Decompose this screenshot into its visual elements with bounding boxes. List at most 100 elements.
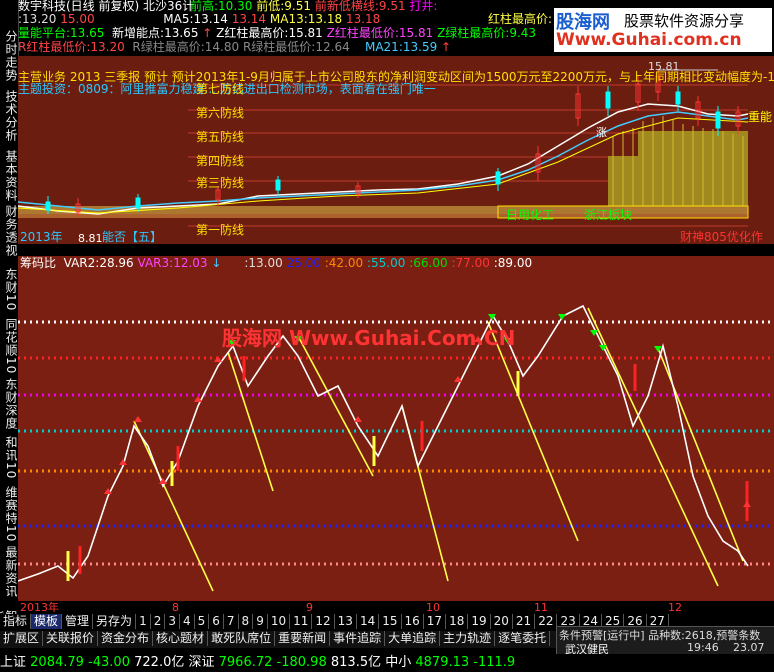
tab-technical[interactable]: 技术分析 [1,90,18,142]
tab-num-2[interactable]: 2 [151,614,166,629]
z-red-high: 15.81 [288,26,323,40]
ftab-core-theme[interactable]: 核心题材 [153,631,209,646]
index-ticker: 上证 2084.79 -43.00 722.0亿 深证 7966.72 -180… [0,654,774,672]
ticker-sz-chg: -180.98 [276,655,327,670]
zone-3: 第三防线 [196,176,245,190]
axis-month-9: 9 [306,601,313,614]
right-label: 财神805优化作品 [680,230,763,244]
tab-num-5[interactable]: 5 [195,614,210,629]
tab-intraday[interactable]: 分时走势 [1,30,18,82]
ma21-label: MA21: [364,40,403,54]
ticker-sh-chg: -43.00 [88,655,130,670]
ftab-main-track[interactable]: 主力轨迹 [440,631,496,646]
indicator-title: 筹码比 [20,256,57,270]
zone-7: 第七防线 [196,82,245,96]
level-2: :42.00 [324,256,364,270]
sector-1: 日用化工 [506,208,555,222]
r-green-high-label: R绿柱最高价: [132,40,205,54]
tab-news[interactable]: 最新资讯 [1,546,18,598]
tab-num-15[interactable]: 15 [379,614,402,629]
bottom-bar: 指标 模板 管理 另存为 1 2 3 4 5 6 7 8 9 10 11 12 13 14 15 16 17 18 19 20… [0,614,774,672]
tab-template[interactable]: 模板 [31,614,63,629]
tab-num-17[interactable]: 17 [424,614,447,629]
tab-indicator[interactable]: 指标 [0,614,32,629]
tab-num-4[interactable]: 4 [180,614,195,629]
main-kline-panel[interactable]: 主营业务 2013 三季报 预计 预计2013年1-9月归属于上市公司股东的净利… [18,56,774,244]
z-red-low: 15.81 [398,26,434,40]
ma5-label: MA5: [163,12,194,26]
ftab-related-quotes[interactable]: 关联报价 [43,631,99,646]
tab-num-11[interactable]: 11 [290,614,313,629]
tab-vst10[interactable]: 维赛特10 [1,486,18,542]
ticker-sz-amt: 813.5亿 [330,655,382,670]
tab-manage[interactable]: 管理 [62,614,94,629]
ma13b: 13.18 [345,12,381,26]
indicator-header: 筹码比 VAR2:28.96 VAR3:12.03 ↓ :13.00 25.00… [20,256,533,270]
tab-num-8[interactable]: 8 [239,614,254,629]
tab-num-7[interactable]: 7 [224,614,239,629]
tab-num-22[interactable]: 22 [535,614,558,629]
ma13-label: MA13: [269,12,308,26]
tab-num-1[interactable]: 1 [136,614,151,629]
ticker-zx-label[interactable]: 中小 [385,655,411,670]
alert-box[interactable]: 条件预警[运行中] 品种数:2618,预警条数 武汉健民 19:46 23.07 [556,626,774,656]
lineneng-label: 量能平台: [18,26,71,40]
tab-num-9[interactable]: 9 [253,614,268,629]
var3: 12.03 [173,256,208,270]
tab-num-14[interactable]: 14 [357,614,380,629]
tab-num-12[interactable]: 12 [312,614,335,629]
ticker-sh-val: 2084.79 [30,655,84,670]
ticker-zx-chg: -111.9 [473,655,516,670]
ftab-event-tracking[interactable]: 事件追踪 [330,631,386,646]
ftab-expand[interactable]: 扩展区 [0,631,44,646]
alert-price: 23.07 [733,641,765,654]
z-red-low-label: Z红柱最低价: [326,26,399,40]
ftab-big-order[interactable]: 大单追踪 [385,631,441,646]
tab-dongcai10[interactable]: 东财10 [1,268,18,311]
level-3: :55.00 [366,256,406,270]
tab-num-19[interactable]: 19 [468,614,491,629]
tab-num-16[interactable]: 16 [402,614,424,629]
var2-label: VAR2: [63,256,100,270]
level-5: :77.00 [451,256,490,270]
left-tab-strip: 分时走势 技术分析 基本资料 财务透视 东财10 同花顺10 东财深度 和讯10… [0,0,19,628]
price-marker: 15.81 [648,60,680,73]
ftab-news[interactable]: 重要新闻 [275,631,331,646]
ma13: 13.18 [307,12,343,26]
ftab-dare-seats[interactable]: 敢死队席位 [208,631,276,646]
r-col-low-label: R红柱最低价: [18,40,91,54]
ticker-zx-val: 4879.13 [415,655,470,670]
ftab-tick-order[interactable]: 逐笔委托 [495,631,551,646]
xinzeng: 13.65 [164,26,199,40]
ma5: 13.14 [193,12,228,26]
header-row2: 量能平台:13.65 新增能点:13.65 ↑ Z红柱最高价:15.81 Z红柱… [18,26,537,40]
ma21: 13.59 [402,40,438,54]
daxian-label: 打井: [409,0,438,13]
axis-month-11: 11 [534,601,548,614]
row1-v2: 15.00 [60,12,95,26]
tab-num-13[interactable]: 13 [335,614,357,629]
tab-basic-info[interactable]: 基本资料 [1,150,18,202]
zhang-label: 涨 [596,126,607,139]
status-label: 能否【五】 [102,230,163,244]
tab-num-10[interactable]: 10 [268,614,291,629]
tab-num-20[interactable]: 20 [491,614,513,629]
level-0: :13.00 [244,256,283,270]
r-green-high: 14.80 [204,40,240,54]
tab-num-21[interactable]: 21 [513,614,536,629]
tab-hexun10[interactable]: 和讯10 [1,436,18,479]
watermark-logo: 股海网 股票软件资源分享 Www.Guhai.com.cn [554,8,772,52]
ticker-sh-label[interactable]: 上证 [0,655,26,670]
tab-num-3[interactable]: 3 [165,614,180,629]
tab-ths10[interactable]: 同花顺10 [1,318,18,374]
tab-save-as[interactable]: 另存为 [93,614,137,629]
tab-finance[interactable]: 财务透视 [1,205,18,257]
tab-num-6[interactable]: 6 [209,614,224,629]
ftab-fund-distribution[interactable]: 资金分布 [98,631,154,646]
lineneng: 13.65 [70,26,105,40]
red-col-high: 红柱最高价: [488,12,553,26]
tab-dongcai-depth[interactable]: 东财深度 [1,378,18,430]
ticker-sz-label[interactable]: 深证 [188,655,214,670]
tab-num-18[interactable]: 18 [446,614,469,629]
indicator-panel[interactable]: 股海网 Www.Guhai.Com.CN [18,256,774,601]
